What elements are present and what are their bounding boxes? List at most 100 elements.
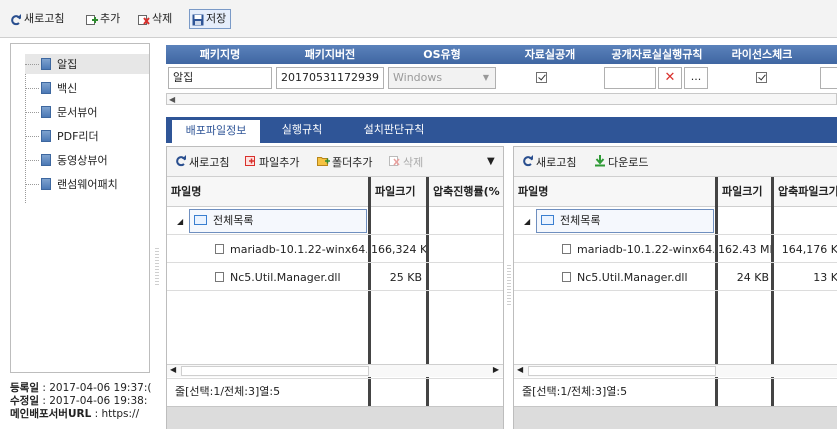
scroll-right-icon[interactable]: ▶ xyxy=(493,365,499,374)
save-icon xyxy=(192,13,204,26)
package-icon xyxy=(41,178,51,190)
file-name: mariadb-10.1.22-winx64.msi xyxy=(577,243,714,256)
package-grid: 패키지명 패키지버전 OS유형 자료실공개 공개자료실실행규칙 라이선스체크 알… xyxy=(166,45,837,105)
file-icon xyxy=(562,272,571,282)
tree-item-label: 랜섬웨어패치 xyxy=(57,178,118,191)
folder-row[interactable]: ◢ 전체목록 xyxy=(167,208,503,235)
folder-icon xyxy=(541,215,554,225)
server-refresh-button[interactable]: 새로고침 xyxy=(522,154,577,172)
folder-row[interactable]: ◢ 전체목록 xyxy=(514,208,837,235)
download-icon xyxy=(594,154,606,172)
deploy-files-pane: 새로고침 파일추가 폴더추가 삭제 ▼ 파일명 파일크기 압축진행률(% ◢ 전… xyxy=(166,146,504,429)
tree-item-label: PDF리더 xyxy=(57,130,99,143)
tree-item-label: 문서뷰어 xyxy=(57,106,98,119)
scroll-left-icon: ◀ xyxy=(169,95,176,104)
file-size-cell: 24 KB xyxy=(736,271,769,284)
pane-delete-button[interactable]: 삭제 xyxy=(389,155,423,171)
tree-item-doc-viewer[interactable]: 문서뷰어 xyxy=(25,102,149,122)
col-exec-rule: 공개자료실실행규칙 xyxy=(611,48,703,61)
deploy-files-hscroll[interactable]: ◀ ▶ xyxy=(167,364,503,377)
save-button[interactable]: 저장 xyxy=(189,9,232,29)
scroll-left-icon[interactable]: ◀ xyxy=(170,365,176,374)
add-file-label: 파일추가 xyxy=(259,156,300,169)
col-public: 자료실공개 xyxy=(524,48,576,61)
exec-rule-field[interactable] xyxy=(604,67,656,89)
deploy-files-toolbar: 새로고침 파일추가 폴더추가 삭제 ▼ xyxy=(167,147,503,177)
folder-cell: 전체목록 xyxy=(536,209,714,233)
pane-delete-label: 삭제 xyxy=(403,156,424,169)
add-file-button[interactable]: 파일추가 xyxy=(245,155,299,171)
server-files-toolbar: 새로고침 다운로드 xyxy=(514,147,837,177)
add-button[interactable]: 추가 xyxy=(86,9,120,29)
compressed-size-cell: 13 K xyxy=(813,271,837,284)
server-refresh-label: 새로고침 xyxy=(536,156,577,169)
status-bar: 줄[선택:1/전체:3]열:5 xyxy=(167,378,503,404)
col-license-check: 라이선스체크 xyxy=(731,48,793,61)
progress-cell xyxy=(429,264,505,291)
browse-rule-button[interactable]: ... xyxy=(684,67,708,89)
table-row[interactable]: mariadb-10.1.22-winx64.msi 162.43 MB 164… xyxy=(514,236,837,263)
tab-exec-rules[interactable]: 실행규칙 xyxy=(266,117,338,143)
download-button[interactable]: 다운로드 xyxy=(594,154,648,172)
delete-button[interactable]: 삭제 xyxy=(138,9,172,29)
public-checkbox[interactable] xyxy=(536,72,547,86)
table-row[interactable]: Nc5.Util.Manager.dll 25 KB xyxy=(167,264,503,291)
server-files-hscroll[interactable]: ◀ xyxy=(514,364,837,377)
add-icon xyxy=(86,13,98,25)
splitter-handle[interactable] xyxy=(155,248,159,286)
detail-tabs: 배포파일정보 실행규칙 설치판단규칙 xyxy=(166,117,837,143)
tree-item-aljip[interactable]: 알집 xyxy=(25,54,149,74)
server-files-pane: 새로고침 다운로드 파일명 파일크기 압축파일크기 ◢ 전체목록 mariadb… xyxy=(513,146,837,429)
package-name-field[interactable]: 알집 xyxy=(168,67,272,89)
pane-refresh-button[interactable]: 새로고침 xyxy=(175,154,229,172)
license-checkbox[interactable] xyxy=(756,72,767,86)
save-label: 저장 xyxy=(206,12,227,25)
scroll-thumb[interactable] xyxy=(181,366,369,376)
package-version-field[interactable]: 20170531172939 xyxy=(276,67,384,89)
package-meta: 등록일 : 2017-04-06 19:37:( 수정일 : 2017-04-0… xyxy=(10,382,154,421)
tree-item-video-viewer[interactable]: 동영상뷰어 xyxy=(25,150,149,170)
package-grid-row: 알집 20170531172939 Windows ▼ ✕ ... xyxy=(166,65,837,91)
tab-deploy-files[interactable]: 배포파일정보 xyxy=(172,120,260,143)
tab-install-rules[interactable]: 설치판단규칙 xyxy=(346,117,442,143)
package-grid-header: 패키지명 패키지버전 OS유형 자료실공개 공개자료실실행규칙 라이선스체크 xyxy=(166,45,837,64)
file-name-cell: Nc5.Util.Manager.dll xyxy=(562,264,714,291)
tree-item-pdf-reader[interactable]: PDF리더 xyxy=(25,126,149,146)
add-folder-button[interactable]: 폴더추가 xyxy=(317,155,372,171)
package-grid-hscroll[interactable]: ◀ xyxy=(166,93,837,105)
refresh-label: 새로고침 xyxy=(24,12,65,25)
tree-item-vaccine[interactable]: 백신 xyxy=(25,78,149,98)
pane-splitter-handle[interactable] xyxy=(507,265,511,305)
refresh-icon xyxy=(522,154,534,172)
scroll-thumb[interactable] xyxy=(528,366,716,376)
tree-item-ransomware-patch[interactable]: 랜섬웨어패치 xyxy=(25,174,149,194)
collapse-icon[interactable]: ◢ xyxy=(524,208,530,235)
refresh-button[interactable]: 새로고침 xyxy=(10,9,64,29)
delete-label: 삭제 xyxy=(152,12,173,25)
col-compressed-size: 압축파일크기 xyxy=(778,185,837,198)
package-icon xyxy=(41,106,51,118)
clear-rule-button[interactable]: ✕ xyxy=(658,67,682,89)
scroll-left-icon[interactable]: ◀ xyxy=(517,365,523,374)
file-icon xyxy=(215,272,224,282)
os-type-select[interactable]: Windows ▼ xyxy=(388,67,496,89)
col-file-size: 파일크기 xyxy=(375,185,416,198)
package-tree: 알집 백신 문서뷰어 PDF리더 동영상뷰어 랜섬웨어패치 xyxy=(10,43,150,373)
next-column-field[interactable] xyxy=(820,67,837,89)
refresh-icon xyxy=(175,154,187,172)
file-size-cell: 162.43 MB xyxy=(718,243,771,256)
file-name: Nc5.Util.Manager.dll xyxy=(230,271,341,284)
collapse-icon[interactable]: ◢ xyxy=(177,208,183,235)
folder-label: 전체목록 xyxy=(560,214,601,227)
file-name-cell: mariadb-10.1.22-winx64.msi xyxy=(215,236,367,263)
file-size-cell: 166,324 KB xyxy=(371,243,426,256)
table-row[interactable]: mariadb-10.1.22-winx64.msi 166,324 KB xyxy=(167,236,503,263)
filter-icon[interactable]: ▼ xyxy=(487,156,495,167)
compressed-size-cell: 164,176 K xyxy=(781,243,837,256)
table-row[interactable]: Nc5.Util.Manager.dll 24 KB 13 K xyxy=(514,264,837,291)
col-package-version: 패키지버전 xyxy=(304,48,356,61)
server-url-row: 메인배포서버URL : https:// xyxy=(10,408,140,420)
tree-item-label: 동영상뷰어 xyxy=(57,154,108,167)
folder-icon xyxy=(194,215,207,225)
tree-item-label: 백신 xyxy=(57,82,78,95)
